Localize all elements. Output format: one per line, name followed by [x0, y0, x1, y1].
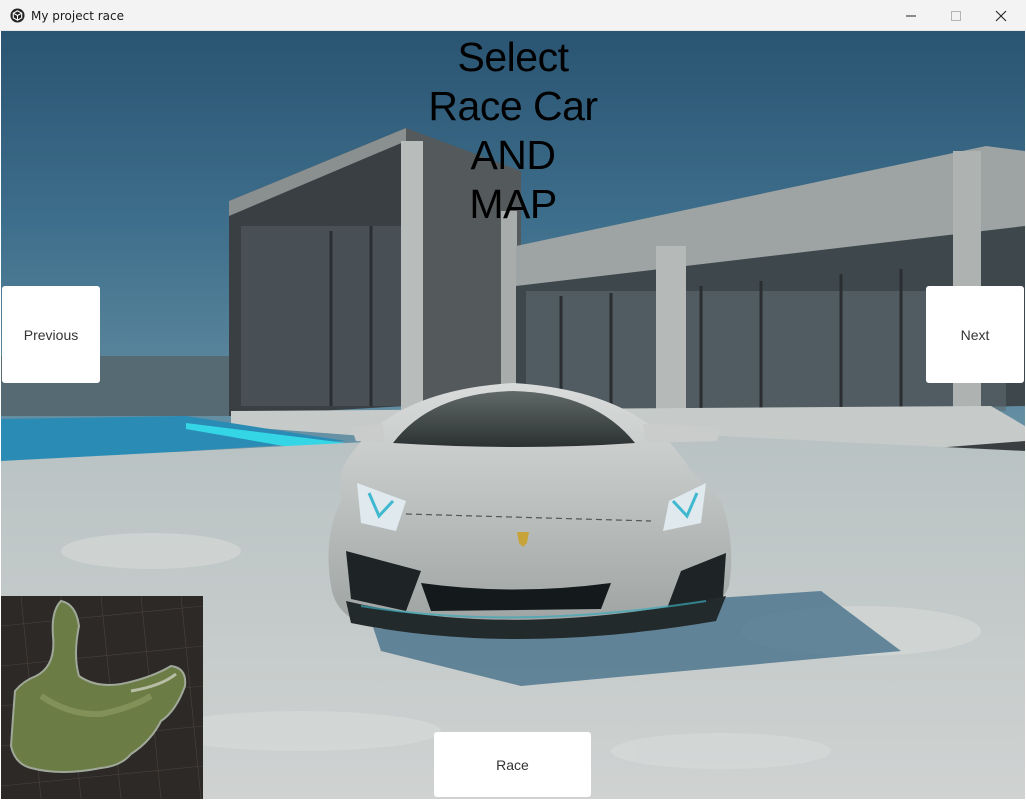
window-titlebar[interactable]: My project race — [0, 0, 1026, 31]
minimize-button[interactable] — [888, 0, 934, 31]
track-map-image — [1, 596, 203, 799]
close-icon — [995, 10, 1007, 21]
race-button[interactable]: Race — [434, 732, 591, 797]
maximize-icon — [951, 10, 961, 21]
next-button[interactable]: Next — [926, 286, 1024, 383]
close-button[interactable] — [978, 0, 1024, 31]
unity-cube-icon — [10, 8, 25, 23]
maximize-button[interactable] — [933, 0, 979, 31]
title-line-4: MAP — [469, 181, 557, 227]
game-viewport[interactable]: Select Race Car AND MAP Previous Next Ra… — [1, 31, 1025, 799]
title-line-1: Select — [457, 34, 569, 80]
window-title: My project race — [31, 9, 124, 23]
title-line-3: AND — [470, 132, 556, 178]
track-minimap[interactable] — [1, 596, 203, 799]
minimize-icon — [906, 15, 916, 16]
page-title: Select Race Car AND MAP — [363, 33, 663, 229]
previous-button[interactable]: Previous — [2, 286, 100, 383]
title-line-2: Race Car — [428, 83, 598, 129]
